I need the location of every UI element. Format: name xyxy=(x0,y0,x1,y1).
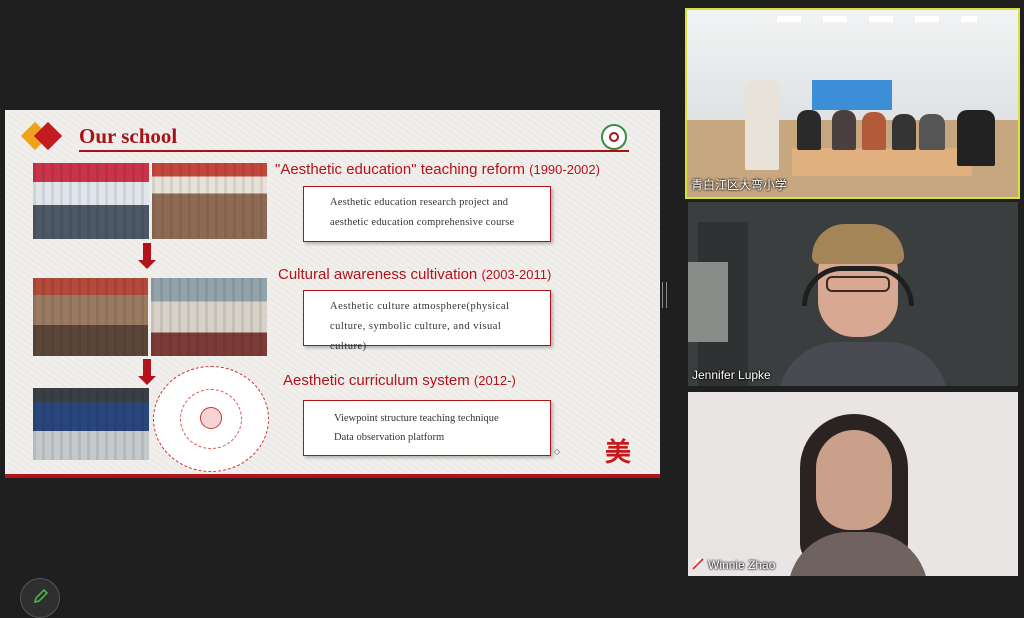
video-tile-jennifer[interactable]: Jennifer Lupke xyxy=(688,202,1018,386)
title-rule xyxy=(79,150,629,152)
meeting-window: Our school "Aesthetic education" teachin… xyxy=(0,0,1024,618)
down-arrow xyxy=(138,359,156,385)
slide-title: Our school xyxy=(79,124,178,148)
section-text-box: Aesthetic culture atmosphere(physical cu… xyxy=(303,290,551,352)
video-tile-winnie[interactable]: Winnie Zhao xyxy=(688,392,1018,576)
section-text-box: Viewpoint structure teaching technique D… xyxy=(303,400,551,456)
slide-marker: ◇ xyxy=(554,447,561,456)
pencil-icon xyxy=(33,588,49,604)
participant-name: Jennifer Lupke xyxy=(692,368,771,382)
section-heading-text: Aesthetic curriculum system xyxy=(283,372,470,389)
school-logo xyxy=(601,124,627,150)
shared-slide: Our school "Aesthetic education" teachin… xyxy=(5,110,660,478)
photo-calligraphy-students xyxy=(151,278,267,356)
section-heading-text: Cultural awareness cultivation xyxy=(278,266,478,283)
video-tile-classroom[interactable]: 青白江区大弯小学 xyxy=(685,8,1020,199)
layout-resize-handle[interactable] xyxy=(662,282,667,308)
text-line: culture, symbolic culture, and visual cu… xyxy=(330,321,502,352)
photo-teaching-screen xyxy=(33,388,149,460)
text-line: Viewpoint structure teaching technique xyxy=(334,413,499,424)
mic-muted-icon xyxy=(692,558,704,570)
section-years: (2012-) xyxy=(473,373,516,388)
edit-button[interactable] xyxy=(20,578,60,618)
participant-label: Winnie Zhao xyxy=(692,558,775,572)
photo-conference-group xyxy=(33,163,149,239)
photo-meeting-room xyxy=(152,163,267,239)
section-years: (2003-2011) xyxy=(481,267,552,282)
down-arrow xyxy=(138,243,156,269)
curriculum-wheel-diagram xyxy=(153,366,269,472)
section-text-box: Aesthetic education research project and… xyxy=(303,186,551,242)
section-heading: "Aesthetic education" teaching reform (1… xyxy=(275,161,600,178)
section-years: (1990-2002) xyxy=(529,162,600,177)
text-line: Data observation platform xyxy=(334,432,445,443)
section-heading: Cultural awareness cultivation (2003-201… xyxy=(278,266,551,283)
mei-seal-logo: 美 xyxy=(605,438,632,468)
photo-classroom xyxy=(33,278,148,356)
text-line: Aesthetic education research project and xyxy=(330,197,509,208)
section-heading: Aesthetic curriculum system (2012-) xyxy=(283,372,516,389)
text-line: Aesthetic culture atmosphere(physical xyxy=(330,301,510,312)
participant-name: Winnie Zhao xyxy=(708,558,776,572)
text-line: aesthetic education comprehensive course xyxy=(330,217,515,228)
section-heading-text: "Aesthetic education" teaching reform xyxy=(275,161,525,178)
participant-name: 青白江区大弯小学 xyxy=(691,178,788,192)
